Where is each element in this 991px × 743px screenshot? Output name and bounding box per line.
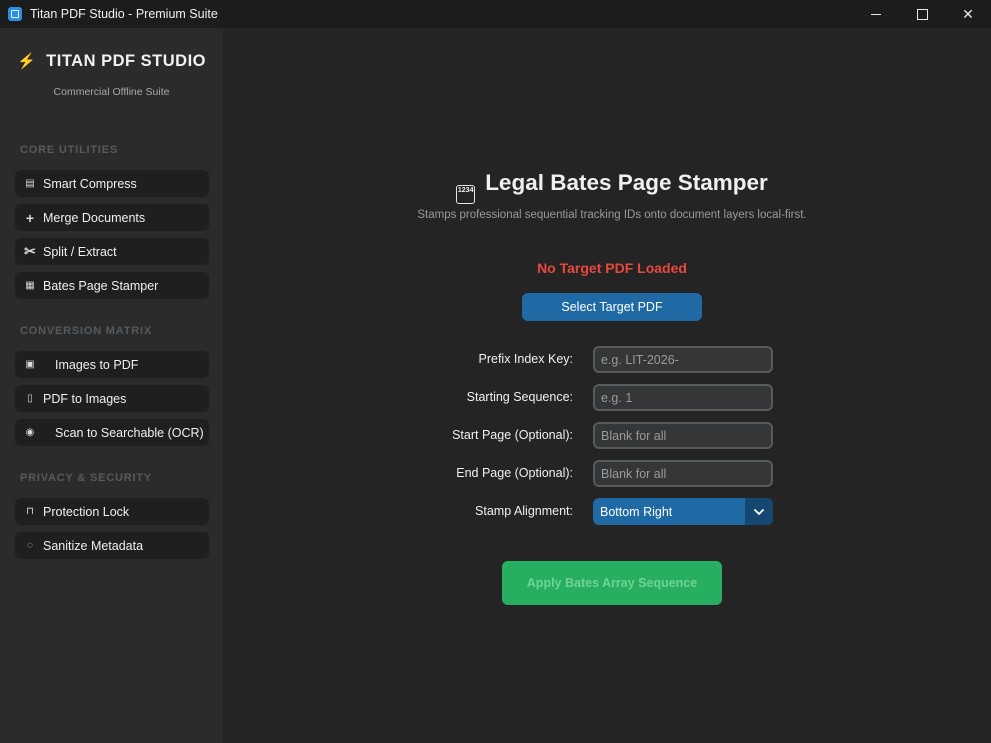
bolt-icon: ⚡ xyxy=(16,53,37,70)
start-page-label: Start Page (Optional): xyxy=(452,428,573,442)
sidebar-item-label: Merge Documents xyxy=(43,210,146,225)
stamp-alignment-value: Bottom Right xyxy=(600,504,673,519)
eye-icon: ◉ xyxy=(25,427,35,438)
main-panel: 1234 Legal Bates Page Stamper Stamps prof… xyxy=(223,28,991,743)
compress-icon: ▤ xyxy=(25,178,35,189)
chevron-down-icon[interactable] xyxy=(745,498,773,525)
maximize-icon xyxy=(916,8,928,20)
stamp-alignment-label: Stamp Alignment: xyxy=(475,504,573,518)
starting-sequence-input[interactable] xyxy=(593,384,773,411)
lock-icon: ⊓ xyxy=(26,506,34,517)
stamp-alignment-dropdown[interactable]: Bottom Right xyxy=(593,498,773,525)
sidebar-item-scan-ocr[interactable]: ◉ Scan to Searchable (OCR) xyxy=(15,419,209,446)
sidebar-item-sanitize-metadata[interactable]: ◌ Sanitize Metadata xyxy=(15,532,209,559)
sidebar-item-label: Protection Lock xyxy=(43,504,130,519)
sidebar-item-label: Sanitize Metadata xyxy=(43,538,144,553)
sidebar-item-bates-page-stamper[interactable]: ▦ Bates Page Stamper xyxy=(15,272,209,299)
section-title-conversion-matrix: CONVERSION MATRIX xyxy=(20,325,152,337)
image-icon: ▣ xyxy=(25,359,35,370)
status-text: No Target PDF Loaded xyxy=(537,260,687,276)
starting-sequence-label: Starting Sequence: xyxy=(466,390,573,404)
window-controls: ✕ xyxy=(853,0,991,28)
end-page-label: End Page (Optional): xyxy=(456,466,573,480)
page-title-text: Legal Bates Page Stamper xyxy=(485,170,768,195)
section-title-privacy-security: PRIVACY & SECURITY xyxy=(20,472,152,484)
app-icon xyxy=(8,7,22,21)
brand-name: TITAN PDF STUDIO xyxy=(46,52,207,70)
close-button[interactable]: ✕ xyxy=(945,0,991,28)
sidebar-item-label: Smart Compress xyxy=(43,176,137,191)
scissors-icon: ✂ xyxy=(24,243,36,259)
minimize-button[interactable] xyxy=(853,0,899,28)
sidebar-item-label: Bates Page Stamper xyxy=(43,278,159,293)
numbers-icon: ▦ xyxy=(25,280,35,291)
sidebar-item-merge-documents[interactable]: + Merge Documents xyxy=(15,204,209,231)
brand-subtitle: Commercial Offline Suite xyxy=(53,86,170,98)
prefix-input[interactable] xyxy=(593,346,773,373)
sidebar-item-pdf-to-images[interactable]: ▯ PDF to Images xyxy=(15,385,209,412)
sidebar-item-smart-compress[interactable]: ▤ Smart Compress xyxy=(15,170,209,197)
end-page-input[interactable] xyxy=(593,460,773,487)
select-target-pdf-button[interactable]: Select Target PDF xyxy=(522,293,702,321)
apply-bates-button[interactable]: Apply Bates Array Sequence xyxy=(502,561,722,605)
sidebar-item-images-to-pdf[interactable]: ▣ Images to PDF xyxy=(15,351,209,378)
page-subtitle: Stamps professional sequential tracking … xyxy=(417,209,807,221)
numbers-icon: 1234 xyxy=(456,185,476,204)
sidebar-item-protection-lock[interactable]: ⊓ Protection Lock xyxy=(15,498,209,525)
sidebar-item-label: PDF to Images xyxy=(43,391,127,406)
window-title: Titan PDF Studio - Premium Suite xyxy=(30,7,218,21)
close-icon: ✕ xyxy=(962,5,974,22)
section-title-core-utilities: CORE UTILITIES xyxy=(20,144,118,156)
sanitize-icon: ◌ xyxy=(27,540,33,551)
sidebar-item-label: Images to PDF xyxy=(55,357,139,372)
maximize-button[interactable] xyxy=(899,0,945,28)
minimize-icon xyxy=(871,13,881,15)
document-icon: ▯ xyxy=(27,393,33,404)
sidebar-item-split-extract[interactable]: ✂ Split / Extract xyxy=(15,238,209,265)
page-title: 1234 Legal Bates Page Stamper xyxy=(223,170,991,204)
plus-icon: + xyxy=(25,209,35,226)
sidebar-item-label: Scan to Searchable (OCR) xyxy=(55,425,204,440)
sidebar-item-label: Split / Extract xyxy=(43,244,117,259)
sidebar: ⚡ TITAN PDF STUDIO Commercial Offline Sui… xyxy=(0,28,223,743)
start-page-input[interactable] xyxy=(593,422,773,449)
prefix-label: Prefix Index Key: xyxy=(478,352,574,366)
title-bar: Titan PDF Studio - Premium Suite ✕ xyxy=(0,0,991,28)
brand-title: ⚡ TITAN PDF STUDIO xyxy=(0,52,223,71)
